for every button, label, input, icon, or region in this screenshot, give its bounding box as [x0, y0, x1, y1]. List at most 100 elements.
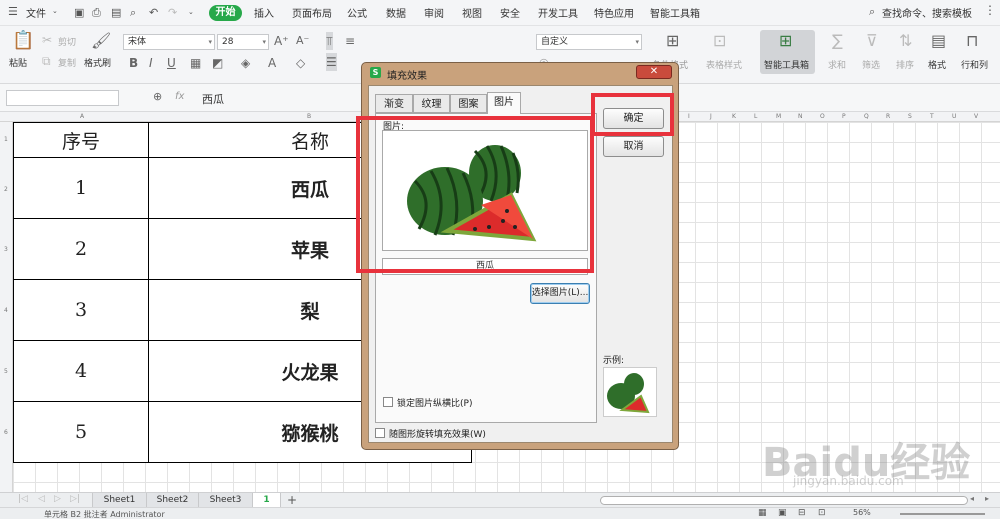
- hamburger-menu-icon[interactable]: ☰: [8, 5, 18, 18]
- smart-toolbox-icon[interactable]: ⊞: [779, 32, 792, 50]
- column-m[interactable]: M: [776, 112, 781, 122]
- paste-button[interactable]: 粘贴: [9, 56, 27, 69]
- column-s[interactable]: S: [908, 112, 912, 122]
- print-preview-icon[interactable]: ⌕: [130, 6, 136, 20]
- row-col-icon[interactable]: ⊓: [966, 32, 978, 50]
- tab-review[interactable]: 审阅: [424, 5, 444, 20]
- column-a[interactable]: A: [80, 112, 84, 122]
- close-icon[interactable]: ✕: [636, 65, 672, 79]
- name-box[interactable]: [6, 90, 119, 106]
- zoom-formula-icon[interactable]: ⊕: [153, 90, 162, 103]
- clear-icon[interactable]: ◇: [296, 54, 305, 72]
- rotate-with-shape-checkbox[interactable]: [375, 428, 385, 438]
- row-col-button[interactable]: 行和列: [961, 58, 988, 71]
- sheet-tab-3[interactable]: Sheet3: [199, 493, 253, 508]
- tab-view[interactable]: 视图: [462, 5, 482, 20]
- filter-icon[interactable]: ⊽: [866, 32, 878, 50]
- column-j[interactable]: J: [710, 112, 712, 122]
- format-painter-icon[interactable]: 🖌: [91, 32, 111, 50]
- format-icon[interactable]: ▤: [931, 32, 946, 50]
- sum-icon[interactable]: ∑: [832, 32, 843, 50]
- number-format-select[interactable]: 自定义 ▾: [536, 34, 642, 50]
- table-style-icon[interactable]: ⊡: [713, 32, 726, 50]
- save-icon[interactable]: ▣: [74, 6, 84, 19]
- command-search[interactable]: 查找命令、搜索模板: [882, 5, 972, 20]
- row-6[interactable]: 6: [4, 429, 8, 436]
- tab-insert[interactable]: 插入: [254, 5, 274, 20]
- reading-icon[interactable]: ⊡: [818, 508, 826, 518]
- column-n[interactable]: N: [798, 112, 803, 122]
- underline-icon[interactable]: U: [167, 54, 176, 72]
- tab-page-layout[interactable]: 页面布局: [292, 5, 332, 20]
- column-l[interactable]: L: [754, 112, 757, 122]
- tab-gradient[interactable]: 渐变: [375, 94, 413, 113]
- tab-security[interactable]: 安全: [500, 5, 520, 20]
- tab-start[interactable]: 开始: [209, 5, 242, 21]
- scroll-right-icon[interactable]: ▸: [985, 494, 989, 503]
- sheet-tab-1[interactable]: Sheet1: [92, 493, 147, 508]
- fill-bucket-icon[interactable]: ◈: [241, 54, 250, 72]
- smart-toolbox-button[interactable]: 智能工具箱: [764, 58, 809, 71]
- filter-button[interactable]: 筛选: [862, 58, 880, 71]
- row-5[interactable]: 5: [4, 368, 8, 375]
- font-color-icon[interactable]: A: [268, 54, 276, 72]
- next-sheet-icon[interactable]: ▷: [54, 494, 61, 504]
- conditional-format-icon[interactable]: ⊞: [666, 32, 679, 50]
- italic-icon[interactable]: I: [149, 54, 153, 72]
- tab-smart-toolbox[interactable]: 智能工具箱: [650, 5, 700, 20]
- fill-color-icon[interactable]: ◩: [212, 54, 223, 72]
- tab-data[interactable]: 数据: [386, 5, 406, 20]
- sheet-tab-active[interactable]: 1: [253, 493, 281, 508]
- table-style-button[interactable]: 表格样式: [706, 58, 742, 71]
- chevron-down-icon[interactable]: ⌄: [52, 7, 58, 15]
- sheet-tab-2[interactable]: Sheet2: [147, 493, 199, 508]
- undo-icon[interactable]: ↶: [149, 6, 158, 19]
- paste-icon[interactable]: 📋: [12, 32, 34, 50]
- add-sheet-icon[interactable]: +: [287, 493, 297, 507]
- sort-icon[interactable]: ⇅: [899, 32, 912, 50]
- select-picture-button[interactable]: 选择图片(L)...: [530, 283, 590, 304]
- format-painter-button[interactable]: 格式刷: [84, 56, 111, 69]
- column-q[interactable]: Q: [864, 112, 869, 122]
- cut-icon[interactable]: ✂: [42, 31, 52, 49]
- column-v[interactable]: V: [974, 112, 978, 122]
- copy-button[interactable]: 复制: [58, 56, 76, 69]
- cell-index[interactable]: 5: [13, 401, 149, 463]
- border-icon[interactable]: ▦: [190, 54, 201, 72]
- decrease-font-icon[interactable]: A⁻: [296, 32, 309, 50]
- file-menu[interactable]: 文件: [26, 5, 46, 20]
- align-middle-icon[interactable]: ≡: [345, 32, 355, 50]
- align-left-icon[interactable]: ☰: [326, 53, 337, 71]
- lock-ratio-checkbox[interactable]: [383, 397, 393, 407]
- fx-icon[interactable]: fx: [175, 91, 184, 102]
- scroll-left-icon[interactable]: ◂: [970, 494, 974, 503]
- more-options-icon[interactable]: ⋮: [984, 3, 996, 17]
- tab-formula[interactable]: 公式: [347, 5, 367, 20]
- quick-access-chevron-icon[interactable]: ⌄: [188, 8, 194, 16]
- row-3[interactable]: 3: [4, 246, 8, 253]
- cell-index[interactable]: 2: [13, 218, 149, 280]
- cancel-button[interactable]: 取消: [603, 136, 664, 157]
- column-p[interactable]: P: [842, 112, 846, 122]
- column-r[interactable]: R: [886, 112, 890, 122]
- tab-picture[interactable]: 图片: [487, 92, 521, 114]
- row-4[interactable]: 4: [4, 307, 8, 314]
- format-button[interactable]: 格式: [928, 58, 946, 71]
- print-icon[interactable]: ▤: [111, 6, 121, 19]
- normal-view-icon[interactable]: ▦: [758, 508, 767, 518]
- tab-pattern[interactable]: 图案: [450, 94, 487, 113]
- cell-index[interactable]: 3: [13, 279, 149, 341]
- column-i[interactable]: I: [688, 112, 690, 122]
- last-sheet-icon[interactable]: ▷|: [70, 494, 80, 504]
- increase-font-icon[interactable]: A⁺: [274, 32, 289, 50]
- prev-sheet-icon[interactable]: ◁: [38, 494, 45, 504]
- horizontal-scrollbar[interactable]: [600, 496, 968, 505]
- column-o[interactable]: O: [820, 112, 825, 122]
- first-sheet-icon[interactable]: |◁: [18, 494, 28, 504]
- cut-button[interactable]: 剪切: [58, 35, 76, 48]
- formula-input[interactable]: 西瓜: [202, 91, 224, 107]
- sort-button[interactable]: 排序: [896, 58, 914, 71]
- zoom-level[interactable]: 56%: [853, 508, 871, 517]
- redo-icon[interactable]: ↷: [168, 6, 177, 19]
- font-family-select[interactable]: 宋体 ▾: [123, 34, 215, 50]
